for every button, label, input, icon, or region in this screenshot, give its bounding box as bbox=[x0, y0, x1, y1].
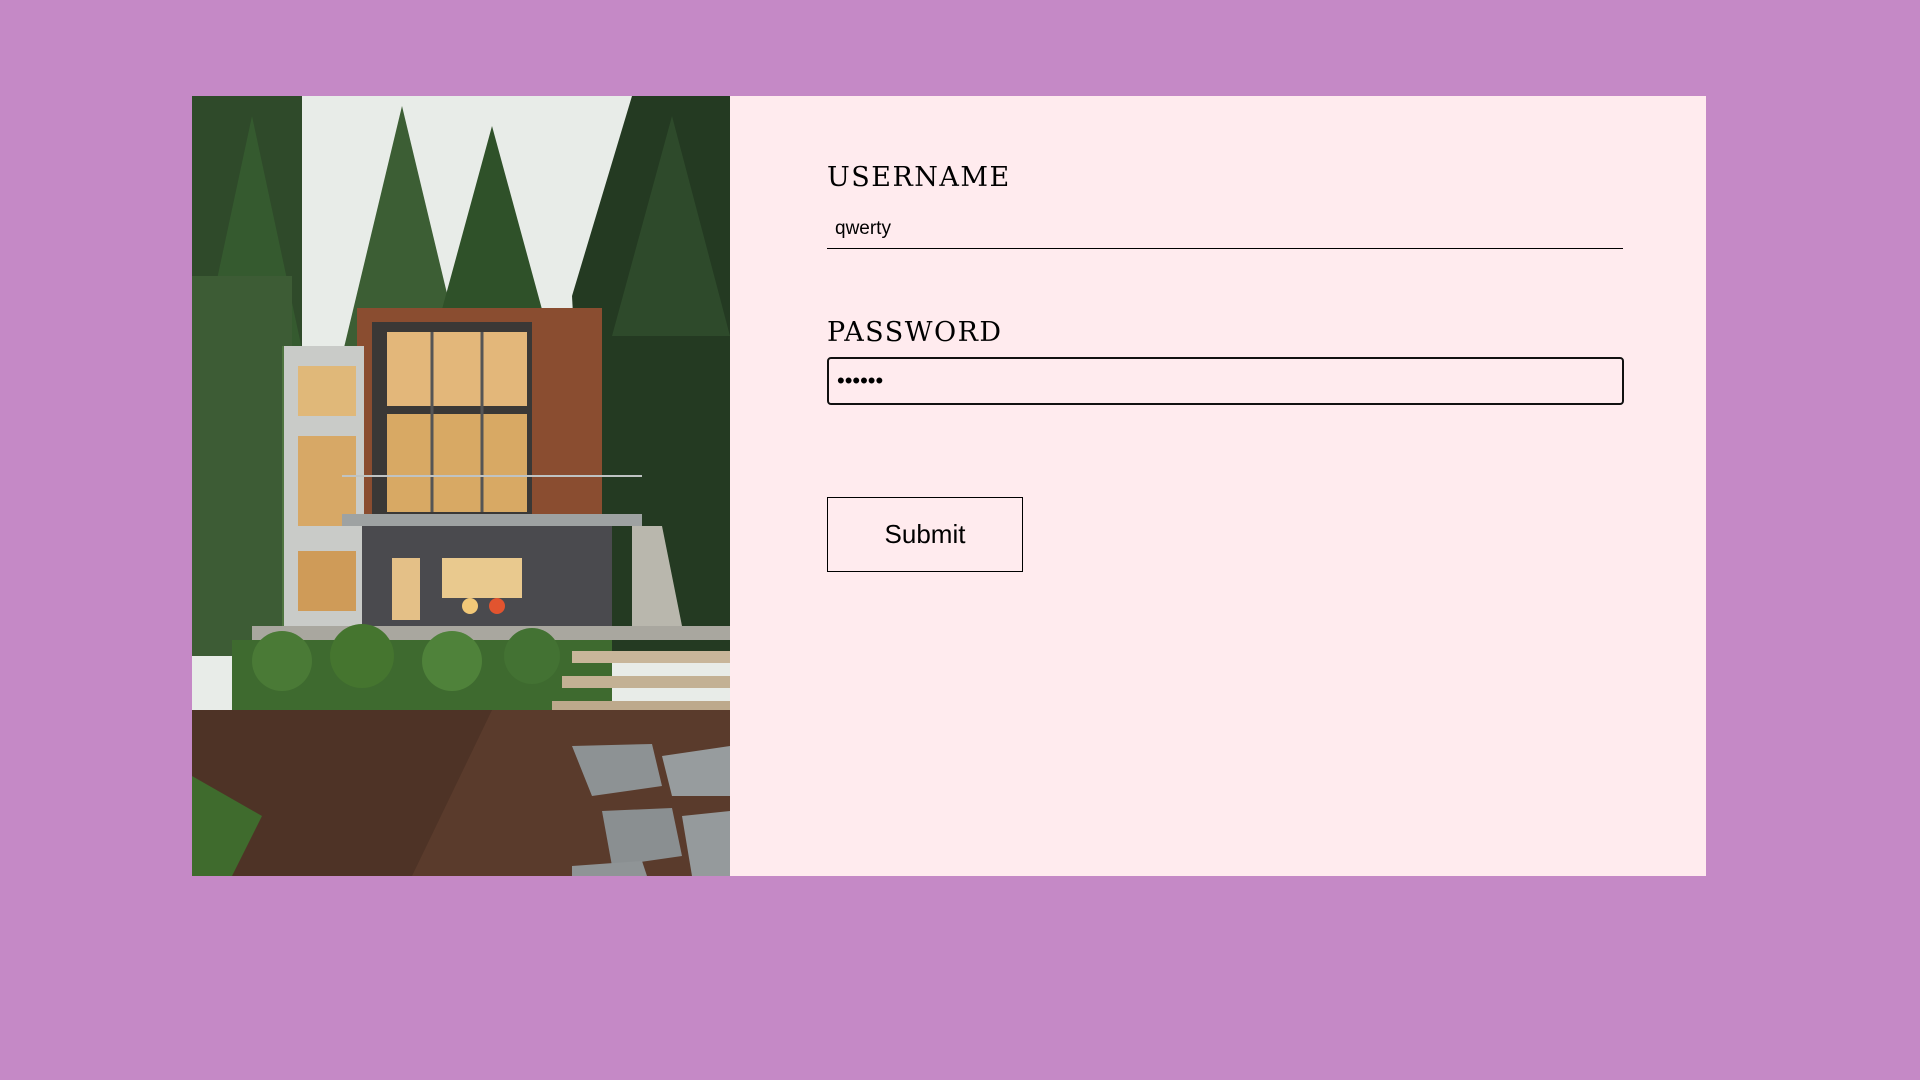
username-input[interactable] bbox=[827, 209, 1623, 249]
password-input[interactable] bbox=[827, 357, 1624, 405]
submit-button[interactable]: Submit bbox=[827, 497, 1023, 572]
house-photo bbox=[192, 96, 730, 876]
login-form: USERNAME PASSWORD Submit bbox=[730, 96, 1706, 876]
username-label: USERNAME bbox=[827, 162, 1011, 193]
login-card: USERNAME PASSWORD Submit bbox=[192, 96, 1706, 876]
password-label: PASSWORD bbox=[827, 317, 1003, 348]
